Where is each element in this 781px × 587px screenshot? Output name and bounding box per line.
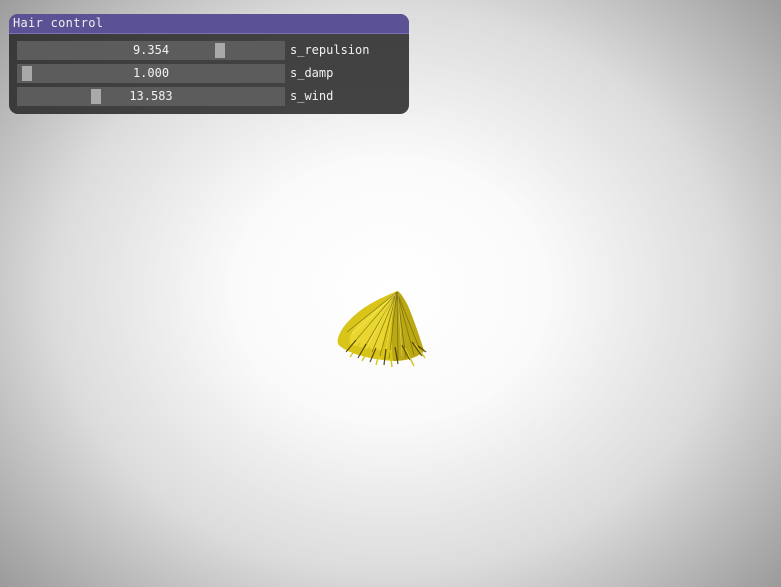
slider-value: 1.000 [132,66,170,80]
window-title: Hair control [13,16,104,30]
damp-slider[interactable]: 1.000 [17,64,285,83]
slider-value: 13.583 [129,89,173,103]
slider-label: s_repulsion [290,43,370,57]
hair-tuft [337,291,427,368]
repulsion-slider[interactable]: 9.354 [17,41,285,60]
slider-label: s_damp [290,66,334,80]
slider-row-repulsion: 9.354 s_repulsion [17,41,405,60]
slider-row-damp: 1.000 s_damp [17,64,405,83]
slider-row-wind: 13.583 s_wind [17,87,405,106]
slider-label: s_wind [290,89,334,103]
wind-slider[interactable]: 13.583 [17,87,285,106]
slider-value: 9.354 [132,43,170,57]
hair-control-window[interactable]: Hair control 9.354 s_repulsion 1.000 s_d… [9,14,409,114]
window-title-bar[interactable]: Hair control [9,14,409,34]
